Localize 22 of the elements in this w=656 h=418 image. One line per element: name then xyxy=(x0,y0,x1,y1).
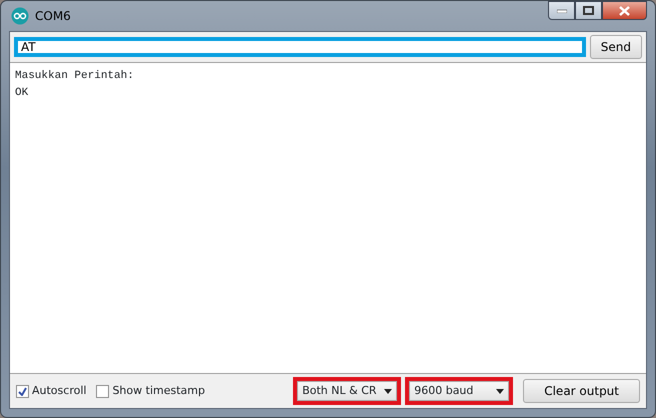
output-line: OK xyxy=(15,86,30,101)
clear-output-button[interactable]: Clear output xyxy=(523,379,640,403)
line-ending-dropdown[interactable]: Both NL & CR xyxy=(297,381,398,401)
checkmark-icon xyxy=(18,386,27,396)
close-icon xyxy=(619,6,630,16)
minimize-button[interactable] xyxy=(548,1,575,20)
caret-icon xyxy=(496,388,504,394)
caret-icon xyxy=(384,388,392,394)
send-button[interactable]: Send xyxy=(590,35,642,59)
app-logo-icon xyxy=(11,7,29,25)
command-input-field[interactable]: AT xyxy=(14,37,586,57)
maximize-icon xyxy=(583,6,594,15)
checkbox-label[interactable]: Show timestamp xyxy=(112,382,205,400)
checkbox[interactable] xyxy=(96,384,110,398)
minimize-icon xyxy=(556,8,566,12)
close-button[interactable] xyxy=(602,1,647,20)
baud-rate-dropdown[interactable]: 9600 baud xyxy=(409,381,510,401)
output-line: Masukkan Perintah: xyxy=(15,69,135,84)
checkbox-label[interactable]: Autoscroll xyxy=(32,382,86,400)
maximize-button[interactable] xyxy=(575,1,602,20)
checkbox[interactable] xyxy=(16,384,29,398)
window-title: COM6 xyxy=(35,8,71,25)
